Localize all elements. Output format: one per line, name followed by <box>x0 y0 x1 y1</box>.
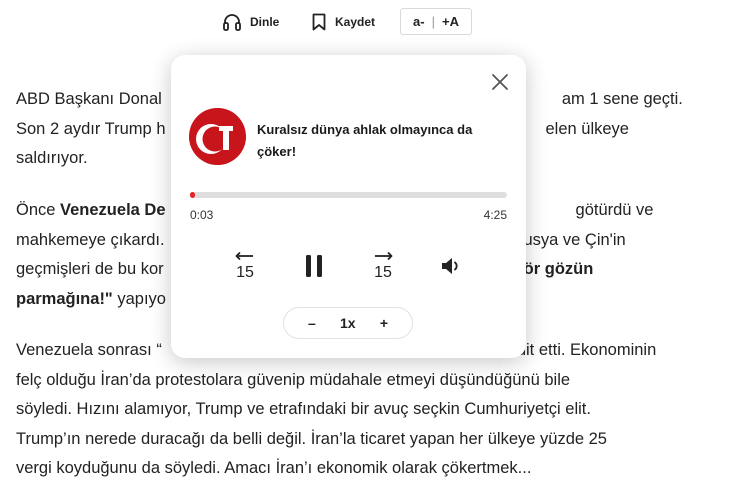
track-title: Kuralsız dünya ahlak olmayınca da çöker! <box>257 122 473 159</box>
font-decrease-button[interactable]: a- <box>413 14 425 29</box>
article-paragraph-3: Venezuela sonrası “dit etti. Ekonominin … <box>16 336 656 484</box>
audio-player-modal: Kuralsız dünya ahlak olmayınca da çöker!… <box>171 55 526 358</box>
paragraph-line: Trump’ın nerede duracağı da belli değil.… <box>16 429 607 448</box>
listen-button[interactable]: Dinle <box>222 8 279 36</box>
bold-text: Venezuela De <box>60 201 166 219</box>
forward-seconds: 15 <box>374 264 392 281</box>
text-fragment: geçmişleri de bu kor <box>16 260 164 278</box>
font-increase-button[interactable]: +A <box>442 14 459 29</box>
text-fragment: Önce <box>16 201 61 219</box>
text-fragment: götürdü ve <box>575 201 654 219</box>
text-fragment: mahkemeye çıkardı. <box>16 230 165 249</box>
forward-15-icon: 15 <box>374 251 393 281</box>
playback-speed-control: – 1x + <box>283 307 413 339</box>
brand-logo <box>189 108 246 165</box>
duration: 4:25 <box>483 208 507 222</box>
close-icon <box>492 74 508 90</box>
text-fragment: Venezuela sonrası “ <box>16 341 162 359</box>
speed-decrease-button[interactable]: – <box>308 315 316 331</box>
text-fragment: ABD Başkanı Donal <box>16 90 162 108</box>
text-fragment: Rusya ve Çin'in <box>511 230 626 249</box>
listen-label: Dinle <box>250 15 280 29</box>
progress-bar[interactable] <box>190 192 507 198</box>
headphones-icon <box>223 14 241 31</box>
bookmark-icon <box>312 13 326 31</box>
speed-value: 1x <box>340 315 356 331</box>
podcast-thumbnail <box>189 108 246 165</box>
forward-15-button[interactable]: 15 <box>365 248 401 284</box>
paragraph-line: söyledi. Hızını alamıyor, Trump ve etraf… <box>16 400 591 418</box>
current-time: 0:03 <box>190 208 214 222</box>
font-size-control: a- | +A <box>400 8 472 35</box>
volume-button[interactable] <box>439 248 463 284</box>
text-fragment: yapıyo <box>112 289 166 308</box>
save-label: Kaydet <box>335 15 376 29</box>
bold-text: ör gözün <box>523 260 594 278</box>
volume-icon <box>442 258 458 274</box>
progress-fill <box>190 192 195 198</box>
text-fragment: elen ülkeye <box>545 119 629 138</box>
article-toolbar: Dinle Kaydet a- | +A <box>0 8 742 36</box>
rewind-15-icon: 15 <box>235 251 254 281</box>
paragraph-line: vergi koyduğunu da söyledi. Amacı İran’ı… <box>16 459 532 477</box>
rewind-15-button[interactable]: 15 <box>227 248 263 284</box>
speed-increase-button[interactable]: + <box>380 315 388 331</box>
font-size-separator: | <box>431 14 435 29</box>
text-fragment: am 1 sene geçti. <box>561 90 683 108</box>
pause-icon <box>306 255 322 277</box>
paragraph-line: felç olduğu İran’da protestolara güvenip… <box>16 370 571 389</box>
rewind-seconds: 15 <box>236 264 254 281</box>
save-button[interactable]: Kaydet <box>311 8 375 36</box>
text-fragment: dit etti. Ekonominin <box>516 341 657 359</box>
text-fragment: Son 2 aydır Trump h <box>16 119 166 138</box>
close-button[interactable] <box>490 72 510 92</box>
pause-button[interactable] <box>299 248 329 284</box>
bold-text: parmağına!" <box>16 289 113 308</box>
